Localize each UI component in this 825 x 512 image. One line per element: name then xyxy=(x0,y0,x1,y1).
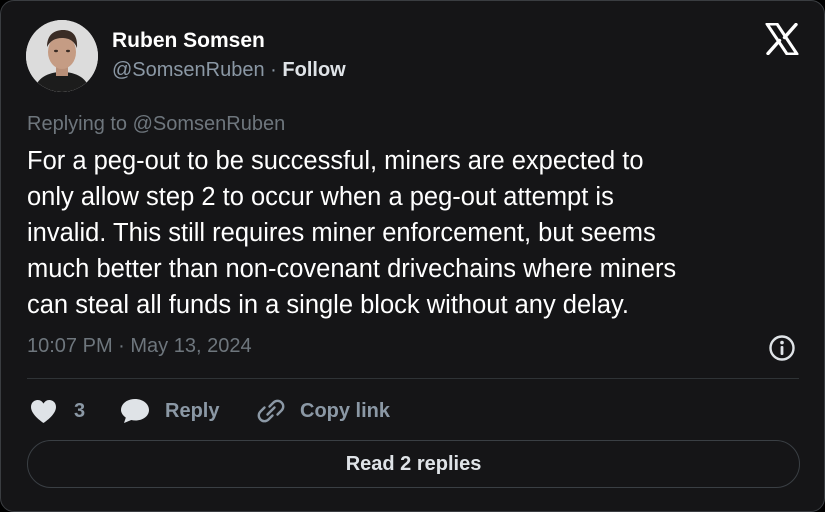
author-handle[interactable]: @SomsenRuben xyxy=(112,59,265,81)
tweet-text-line: can steal all funds in a single block wi… xyxy=(27,291,629,319)
divider xyxy=(27,378,799,379)
speech-bubble-icon xyxy=(121,399,149,423)
tweet-text-line: much better than non-covenant drivechain… xyxy=(27,255,677,283)
author-name[interactable]: Ruben Somsen xyxy=(112,29,265,53)
reply-button[interactable]: Reply xyxy=(120,396,219,426)
avatar[interactable] xyxy=(26,20,98,92)
x-logo-icon[interactable] xyxy=(765,23,799,55)
avatar-image xyxy=(26,20,98,92)
info-icon[interactable] xyxy=(768,334,796,362)
read-replies-button[interactable]: Read 2 replies xyxy=(27,440,800,488)
handle-separator: · xyxy=(270,59,277,81)
reply-label: Reply xyxy=(165,399,220,422)
follow-button[interactable]: Follow xyxy=(282,59,345,81)
read-replies-label: Read 2 replies xyxy=(345,452,482,475)
replying-to: Replying to @SomsenRuben xyxy=(27,113,285,136)
copy-link-button[interactable]: Copy link xyxy=(257,396,390,426)
tweet-text-line: For a peg-out to be successful, miners a… xyxy=(27,147,644,175)
tweet-timestamp[interactable]: 10:07 PM · May 13, 2024 xyxy=(27,335,252,358)
tweet-card: Ruben Somsen @SomsenRuben · Follow Reply… xyxy=(0,0,825,512)
heart-icon xyxy=(31,399,56,423)
like-count: 3 xyxy=(74,399,86,422)
link-icon xyxy=(257,399,285,423)
copy-link-label: Copy link xyxy=(300,399,391,422)
replying-to-handle[interactable]: @SomsenRuben xyxy=(133,113,286,135)
tweet-text: For a peg-out to be successful, miners a… xyxy=(27,143,817,323)
author-handle-line: @SomsenRuben · Follow xyxy=(112,59,346,82)
like-button[interactable]: 3 xyxy=(30,396,85,426)
replying-to-prefix: Replying to xyxy=(27,113,128,135)
tweet-text-line: only allow step 2 to occur when a peg-ou… xyxy=(27,183,614,211)
tweet-text-line: invalid. This still requires miner enfor… xyxy=(27,219,656,247)
